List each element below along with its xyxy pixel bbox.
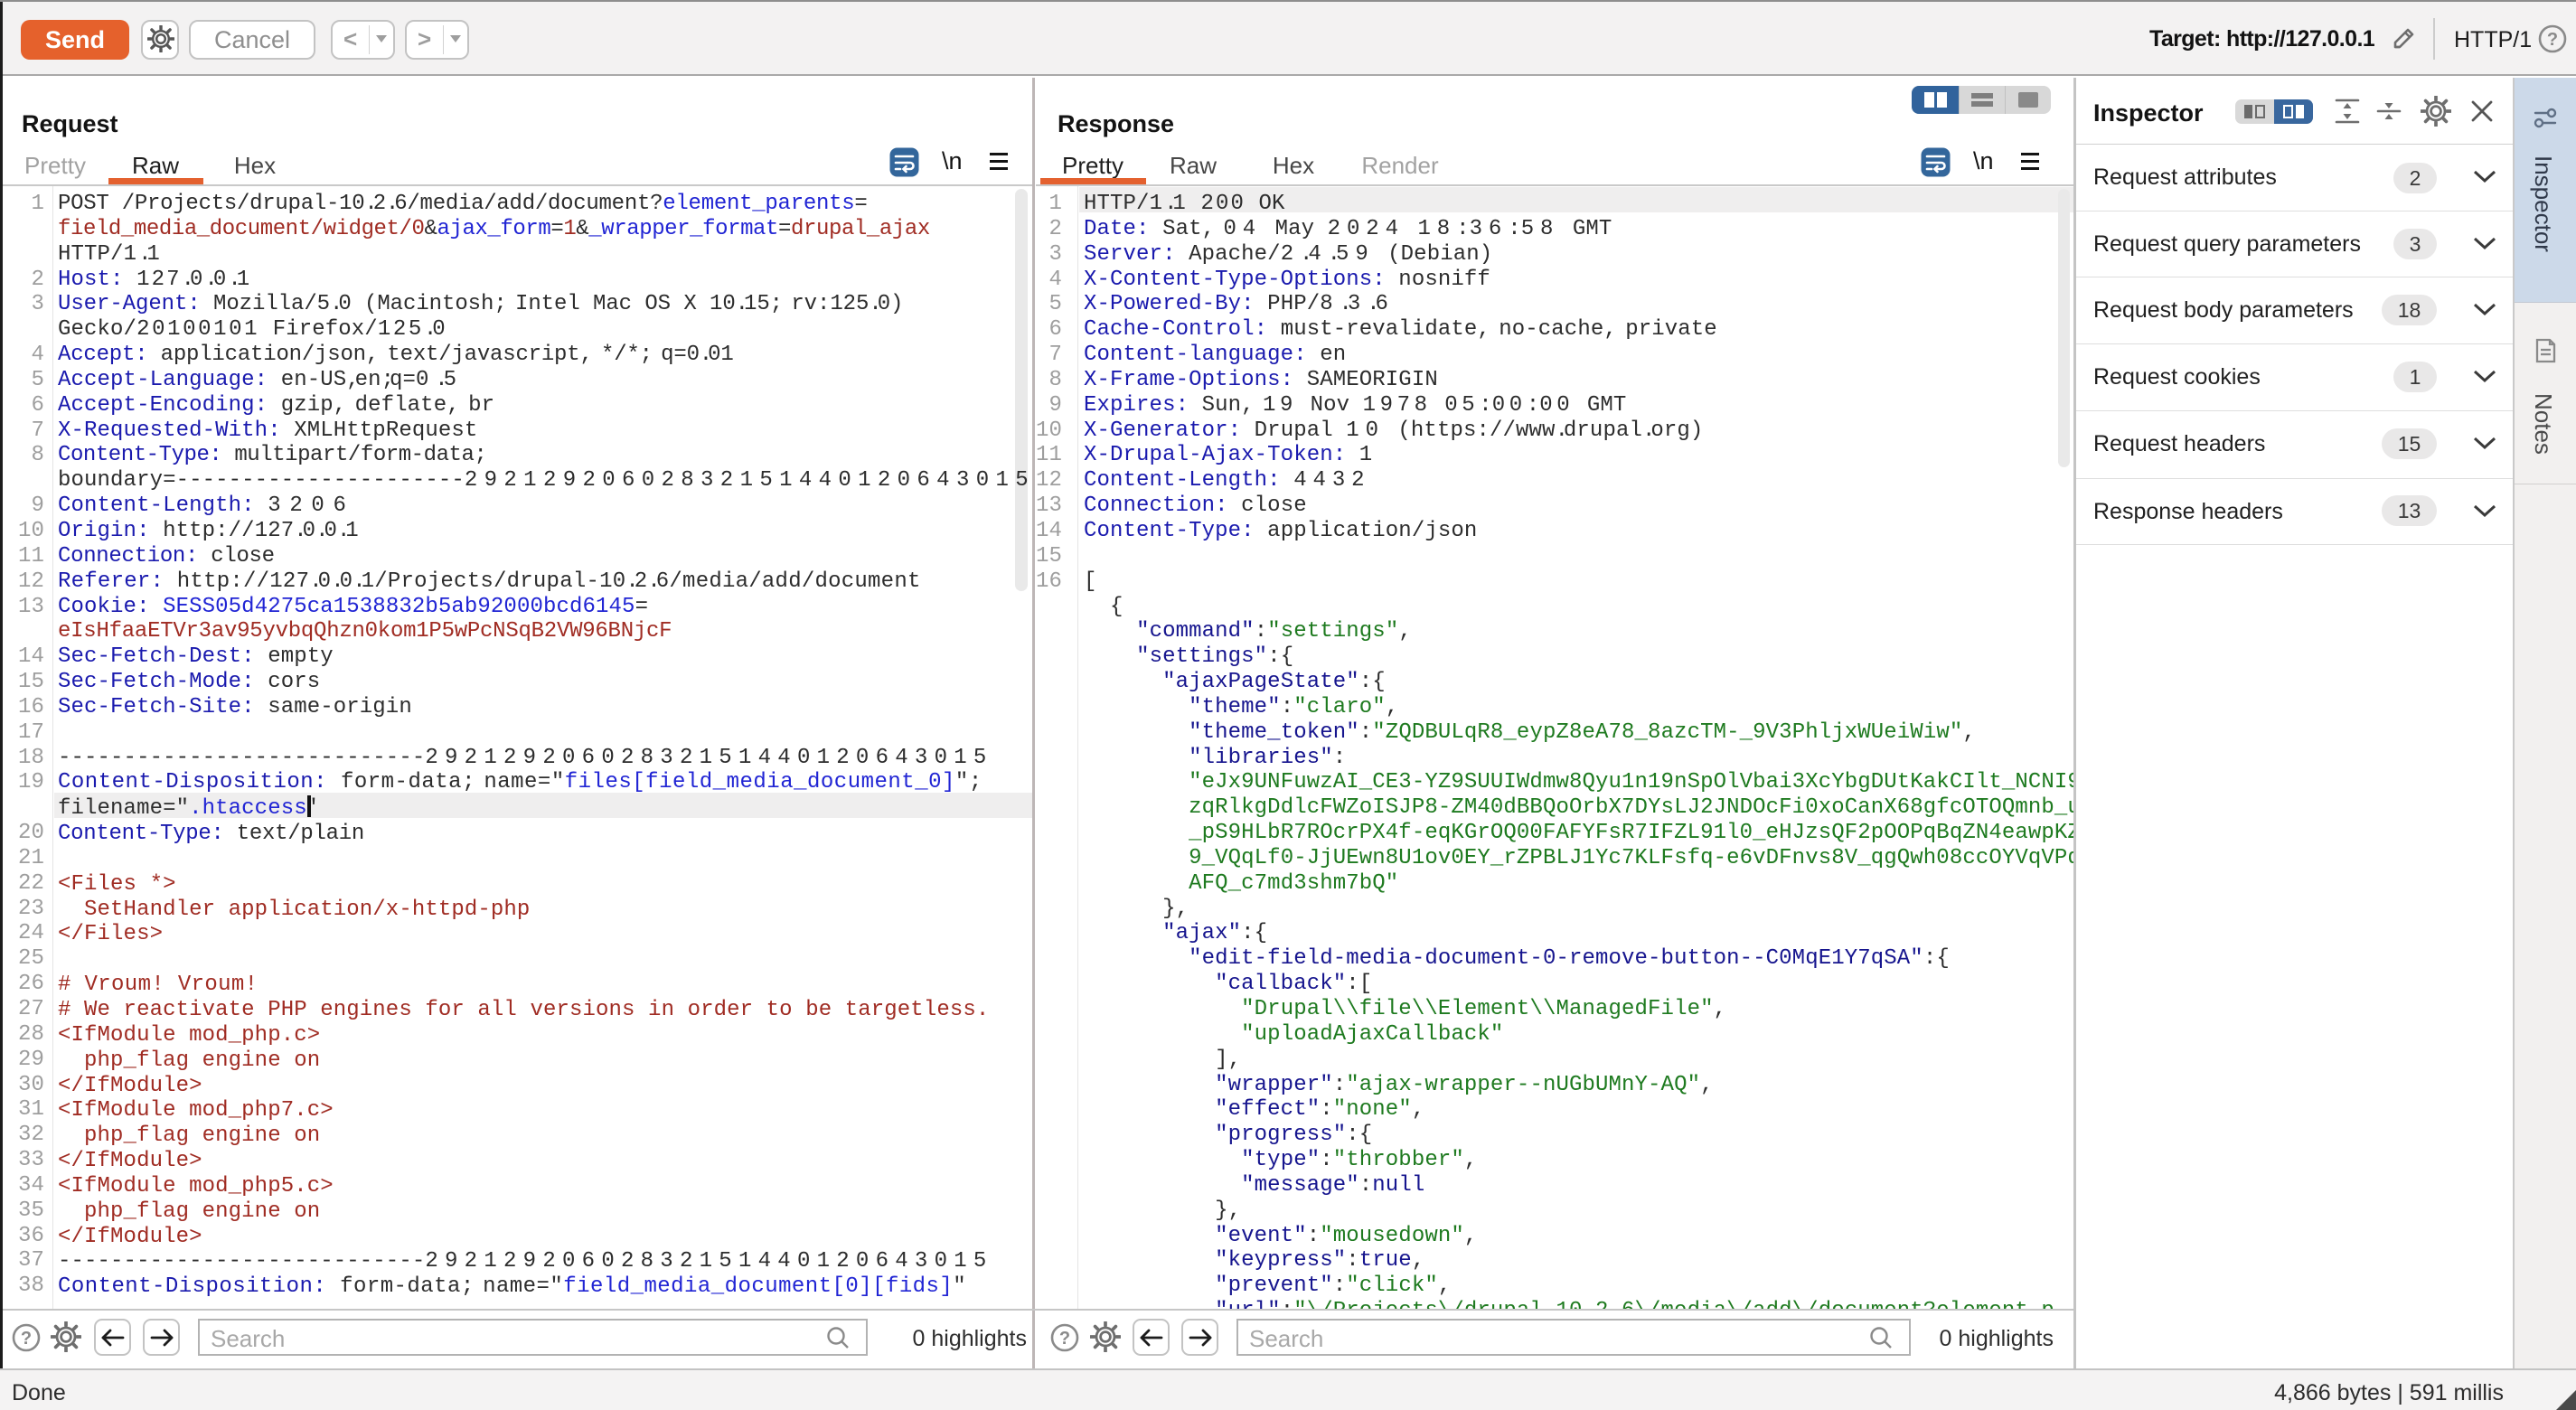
svg-text:?: ?	[21, 1329, 32, 1349]
svg-text:?: ?	[1059, 1329, 1070, 1349]
svg-text:?: ?	[2547, 30, 2558, 50]
